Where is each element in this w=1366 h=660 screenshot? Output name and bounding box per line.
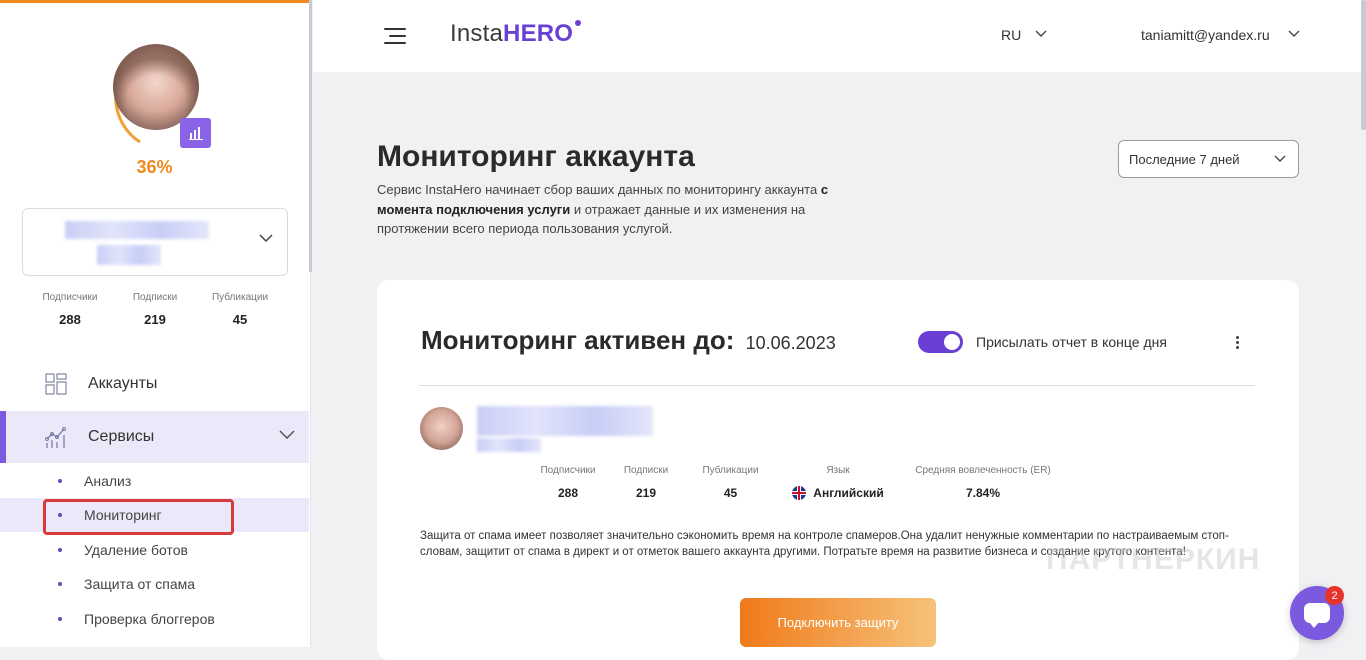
sidebar-top-accent — [0, 0, 309, 3]
account-name-blurred-2 — [97, 245, 161, 265]
sidebar-item-accounts[interactable]: Аккаунты — [0, 358, 309, 410]
monitoring-end-date: 10.06.2023 — [745, 333, 836, 353]
account-username-blurred — [477, 406, 653, 436]
chat-icon — [1304, 603, 1330, 628]
card-title-text: Мониторинг активен до: — [421, 325, 735, 355]
stat-value: 45 — [232, 312, 248, 327]
analytics-icon — [45, 427, 66, 448]
stat-posts: Публикации 45 — [200, 292, 280, 327]
stat-value: 288 — [557, 486, 579, 500]
sub-item-blogger-check[interactable]: Проверка блоггеров — [0, 602, 309, 636]
profile-completion-percent: 36% — [136, 157, 173, 177]
card-title: Мониторинг активен до: 10.06.2023 — [421, 325, 836, 356]
sub-item-label: Проверка блоггеров — [84, 611, 215, 627]
stat-label: Язык — [826, 465, 850, 476]
profile-stats: Подписчики 288 Подписки 219 Публикации 4… — [527, 465, 1068, 500]
bullet-icon — [58, 617, 62, 621]
stat-label: Публикации — [211, 292, 269, 303]
stat-following: Подписки 219 — [609, 465, 683, 500]
sub-item-bot-removal[interactable]: Удаление ботов — [0, 533, 309, 567]
stat-language: Язык Английский — [778, 465, 898, 500]
top-header: InstaHERO RU taniamitt@yandex.ru — [313, 0, 1366, 72]
annotation-highlight-box — [43, 499, 234, 535]
chevron-down-icon — [259, 234, 273, 243]
period-select[interactable]: Последние 7 дней — [1118, 140, 1299, 178]
more-options-icon[interactable] — [1235, 336, 1241, 350]
desc-text: Сервис InstaHero начинает сбор ваших дан… — [377, 182, 821, 197]
chevron-down-icon — [1274, 155, 1286, 162]
stat-following: Подписки 219 — [115, 292, 195, 327]
stat-value: Английский — [813, 486, 884, 500]
monitoring-card: Мониторинг активен до: 10.06.2023 Присыл… — [377, 280, 1299, 660]
stats-badge[interactable] — [180, 118, 211, 148]
grid-icon — [45, 373, 67, 395]
app-logo[interactable]: InstaHERO — [450, 20, 582, 48]
stat-label: Подписки — [132, 292, 178, 303]
stat-value: 219 — [635, 486, 657, 500]
toggle-knob — [944, 334, 960, 350]
stat-followers: Подписчики 288 — [527, 465, 609, 500]
chat-notification-badge: 2 — [1325, 586, 1344, 605]
logo-dot — [575, 20, 582, 26]
sub-item-label: Анализ — [84, 473, 132, 489]
stat-label: Подписки — [623, 465, 669, 476]
page-title: Мониторинг аккаунта — [377, 140, 695, 173]
account-avatar — [420, 407, 463, 450]
sidebar-stats: Подписчики 288 Подписки 219 Публикации 4… — [30, 292, 280, 327]
user-email-menu[interactable]: taniamitt@yandex.ru — [1141, 27, 1270, 43]
chevron-down-icon[interactable] — [1035, 30, 1047, 38]
bullet-icon — [58, 582, 62, 586]
stat-label: Подписчики — [540, 465, 596, 476]
stat-value: 45 — [723, 486, 738, 500]
bullet-icon — [58, 479, 62, 483]
daily-report-toggle[interactable] — [918, 331, 963, 353]
bar-chart-icon — [188, 127, 203, 140]
bullet-icon — [58, 548, 62, 552]
logo-text-insta: Insta — [450, 20, 504, 47]
chevron-down-icon — [279, 430, 295, 439]
sidebar-item-services[interactable]: Сервисы — [0, 411, 309, 463]
stat-label: Средняя вовлеченность (ER) — [915, 465, 1051, 476]
language-selector[interactable]: RU — [1001, 27, 1021, 43]
sidebar: 36% Подписчики 288 Подписки 219 Публикац… — [0, 0, 312, 647]
account-name-blurred — [65, 221, 209, 239]
menu-icon[interactable] — [384, 28, 406, 44]
logo-text-hero: HERO — [503, 20, 574, 47]
main-scrollbar[interactable] — [1361, 0, 1366, 130]
period-select-value: Последние 7 дней — [1129, 152, 1240, 167]
connect-protection-button[interactable]: Подключить защиту — [740, 598, 936, 647]
sub-item-label: Удаление ботов — [84, 542, 188, 558]
sub-item-analysis[interactable]: Анализ — [0, 464, 309, 498]
uk-flag-icon — [792, 486, 807, 500]
daily-report-label: Присылать отчет в конце дня — [976, 334, 1167, 350]
stat-value-language: Английский — [778, 486, 898, 500]
stat-value: 219 — [144, 312, 166, 327]
sub-item-spam-protection[interactable]: Защита от спама — [0, 567, 309, 601]
stat-engagement: Средняя вовлеченность (ER) 7.84% — [898, 465, 1068, 500]
stat-followers: Подписчики 288 — [30, 292, 110, 327]
stat-posts: Публикации 45 — [683, 465, 778, 500]
divider — [419, 385, 1255, 386]
chevron-down-icon[interactable] — [1288, 30, 1300, 38]
sidebar-item-label: Аккаунты — [88, 375, 158, 392]
stat-value: 288 — [59, 312, 81, 327]
account-selector[interactable] — [22, 208, 288, 276]
sidebar-scrollbar[interactable] — [309, 0, 312, 272]
page-description: Сервис InstaHero начинает сбор ваших дан… — [377, 180, 847, 239]
profile-avatar-block[interactable] — [100, 44, 211, 154]
stat-label: Публикации — [702, 465, 759, 476]
account-handle-blurred — [477, 438, 541, 452]
watermark: ПАРТНЕРКИН — [1046, 543, 1261, 576]
stat-label: Подписчики — [42, 292, 98, 303]
sidebar-item-label: Сервисы — [88, 428, 155, 445]
sub-item-label: Защита от спама — [84, 576, 196, 592]
stat-value: 7.84% — [965, 486, 1001, 500]
